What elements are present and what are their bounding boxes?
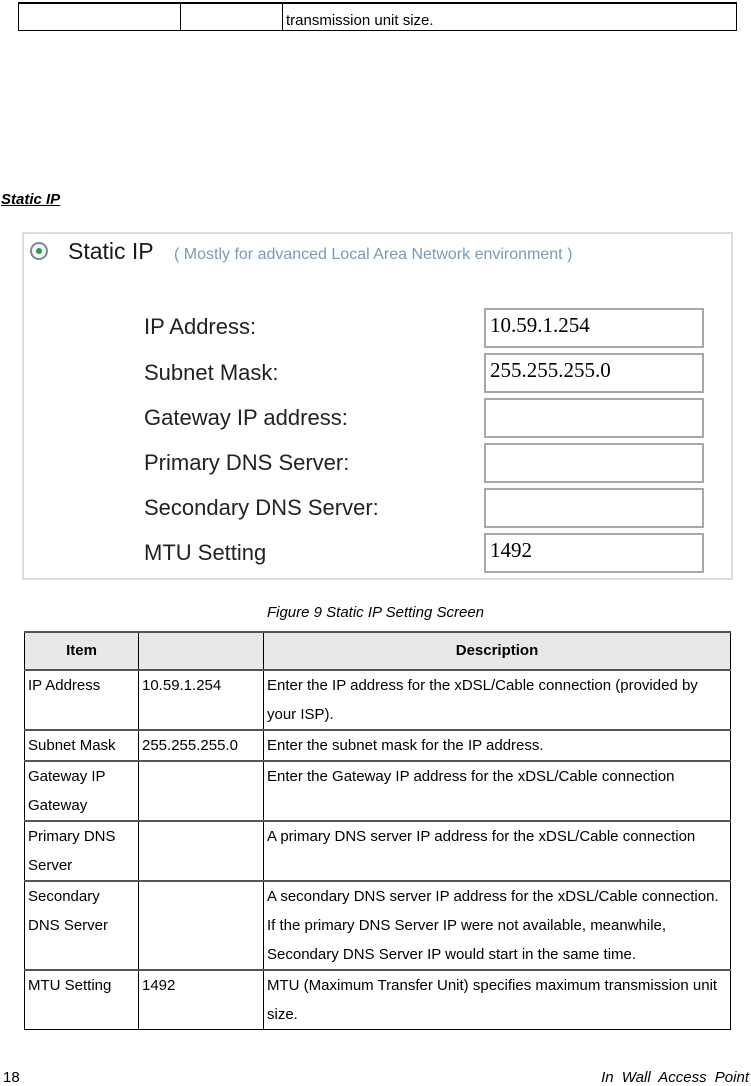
row-value (138, 760, 264, 822)
mtu-input[interactable]: 1492 (484, 533, 704, 573)
row-item: IP Address (24, 669, 139, 731)
primary-dns-label: Primary DNS Server: (144, 450, 350, 475)
mtu-label: MTU Setting (144, 540, 267, 565)
figure-caption: Figure 9 Static IP Setting Screen (266, 604, 485, 621)
row-description: Enter the Gateway IP address for the xDS… (263, 760, 731, 822)
gateway-input[interactable] (484, 398, 704, 438)
description-table: Item Description IP Address 10.59.1.254 … (24, 631, 731, 1030)
row-description: A secondary DNS server IP address for th… (263, 880, 731, 971)
panel-title: Static IP (68, 238, 154, 264)
table-cell (181, 4, 283, 30)
header-value (138, 631, 264, 671)
table-row: Gateway IP Gateway Enter the Gateway IP … (24, 760, 731, 822)
row-item: MTU Setting (24, 969, 139, 1030)
subnet-mask-label: Subnet Mask: (144, 360, 279, 385)
row-item: Subnet Mask (24, 729, 139, 762)
table-row: Secondary DNS Server A secondary DNS ser… (24, 880, 731, 971)
row-item: Primary DNS Server (24, 820, 139, 882)
page-number: 18 (3, 1069, 20, 1086)
gateway-label: Gateway IP address: (144, 405, 348, 430)
table-header-row: Item Description (24, 631, 731, 671)
secondary-dns-input[interactable] (484, 488, 704, 528)
table-row: Subnet Mask 255.255.255.0 Enter the subn… (24, 729, 731, 762)
panel-subtitle: ( Mostly for advanced Local Area Network… (174, 246, 573, 263)
row-value (138, 820, 264, 882)
header-item: Item (24, 631, 139, 671)
row-value: 255.255.255.0 (138, 729, 264, 762)
primary-dns-input[interactable] (484, 443, 704, 483)
document-title: In Wall Access Point (601, 1069, 749, 1086)
row-value (138, 880, 264, 971)
row-description: Enter the IP address for the xDSL/Cable … (263, 669, 731, 731)
section-title: Static IP (1, 191, 61, 208)
row-value: 1492 (138, 969, 264, 1030)
static-ip-screenshot: Static IP ( Mostly for advanced Local Ar… (22, 232, 733, 580)
ip-address-label: IP Address: (144, 314, 257, 339)
secondary-dns-label: Secondary DNS Server: (144, 495, 379, 520)
ip-address-input[interactable]: 10.59.1.254 (484, 308, 704, 348)
radio-static-ip[interactable] (30, 242, 48, 260)
row-item: Secondary DNS Server (24, 880, 139, 971)
table-cell (19, 4, 181, 30)
table-row: Primary DNS Server A primary DNS server … (24, 820, 731, 882)
header-description: Description (263, 631, 731, 671)
continued-table-row: transmission unit size. (18, 2, 737, 31)
table-cell: transmission unit size. (286, 12, 434, 29)
subnet-mask-input[interactable]: 255.255.255.0 (484, 353, 704, 393)
table-row: MTU Setting 1492 MTU (Maximum Transfer U… (24, 969, 731, 1030)
row-description: MTU (Maximum Transfer Unit) specifies ma… (263, 969, 731, 1030)
table-row: IP Address 10.59.1.254 Enter the IP addr… (24, 669, 731, 731)
row-description: A primary DNS server IP address for the … (263, 820, 731, 882)
row-item: Gateway IP Gateway (24, 760, 139, 822)
row-value: 10.59.1.254 (138, 669, 264, 731)
row-description: Enter the subnet mask for the IP address… (263, 729, 731, 762)
